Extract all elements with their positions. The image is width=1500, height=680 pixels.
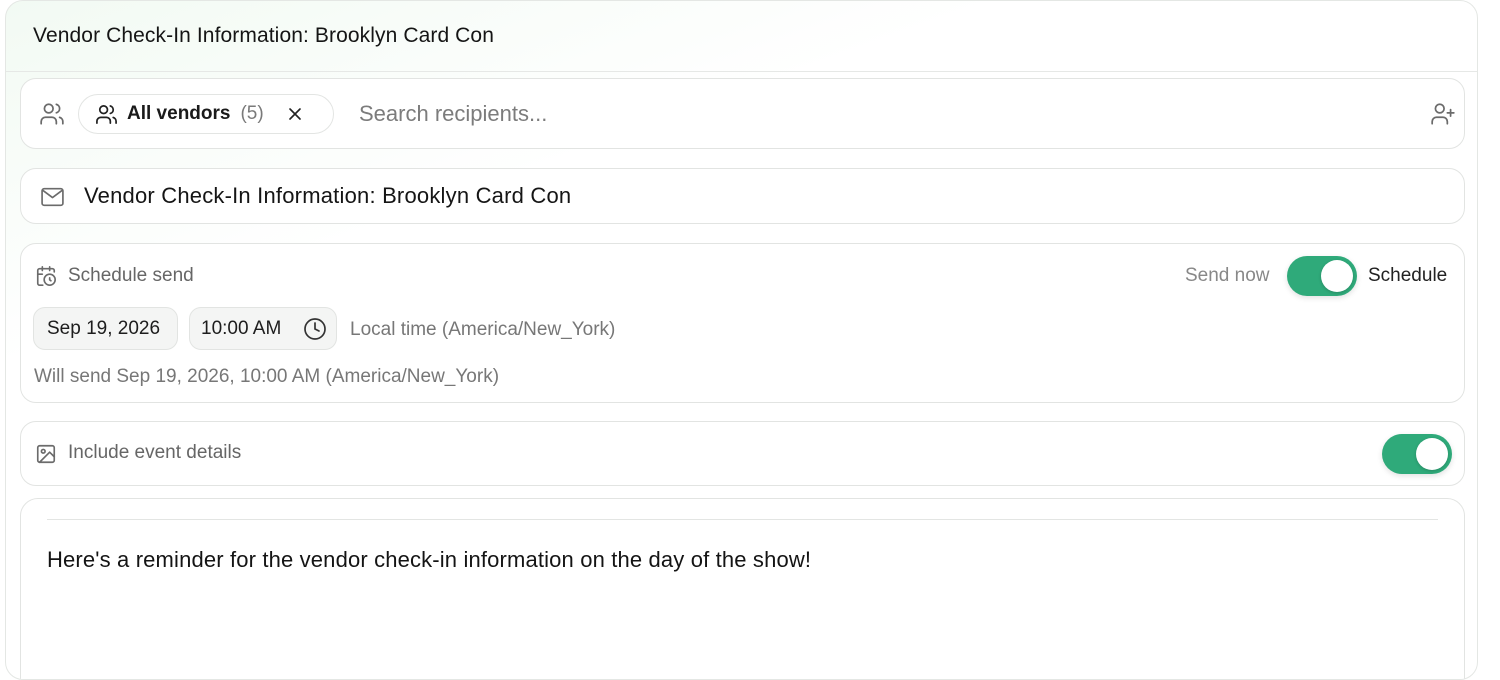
users-icon: [95, 103, 118, 126]
recipients-field: All vendors (5): [20, 78, 1465, 149]
add-user-icon[interactable]: [1430, 101, 1456, 127]
schedule-section: Schedule send Send now Schedule Sep 19, …: [20, 243, 1465, 403]
schedule-summary: Will send Sep 19, 2026, 10:00 AM (Americ…: [34, 366, 500, 387]
image-icon: [35, 443, 57, 465]
editor-divider: [47, 519, 1438, 520]
date-picker[interactable]: Sep 19, 2026: [33, 307, 178, 350]
mail-icon: [40, 186, 65, 208]
recipient-chip-all-vendors[interactable]: All vendors (5): [78, 94, 334, 134]
include-event-details-label: Include event details: [68, 442, 242, 463]
chip-label: All vendors: [127, 103, 231, 124]
event-details-section: Include event details: [20, 421, 1465, 486]
subject-field[interactable]: Vendor Check-In Information: Brooklyn Ca…: [20, 168, 1465, 224]
subject-value: Vendor Check-In Information: Brooklyn Ca…: [84, 183, 572, 208]
event-details-toggle[interactable]: [1382, 434, 1452, 474]
panel-header: Vendor Check-In Information: Brooklyn Ca…: [6, 1, 1477, 72]
send-now-option[interactable]: Send now: [1185, 265, 1270, 287]
compose-panel: Vendor Check-In Information: Brooklyn Ca…: [5, 0, 1478, 680]
close-icon[interactable]: [285, 104, 305, 124]
timezone-note: Local time (America/New_York): [350, 319, 616, 340]
date-value: Sep 19, 2026: [47, 317, 161, 339]
search-recipients-input[interactable]: [359, 93, 1409, 135]
schedule-option[interactable]: Schedule: [1368, 265, 1447, 287]
message-editor[interactable]: Here's a reminder for the vendor check-i…: [20, 498, 1465, 679]
schedule-send-label: Schedule send: [68, 265, 194, 286]
users-icon: [39, 101, 65, 127]
toggle-knob: [1416, 438, 1448, 470]
schedule-toggle[interactable]: [1287, 256, 1357, 296]
calendar-clock-icon: [35, 265, 57, 287]
time-value: 10:00 AM: [201, 317, 282, 339]
message-body: Here's a reminder for the vendor check-i…: [47, 547, 812, 572]
toggle-knob: [1321, 260, 1353, 292]
clock-icon[interactable]: [303, 317, 327, 341]
chip-count: (5): [240, 103, 264, 124]
page-title: Vendor Check-In Information: Brooklyn Ca…: [33, 24, 494, 47]
time-picker[interactable]: 10:00 AM: [189, 307, 337, 350]
